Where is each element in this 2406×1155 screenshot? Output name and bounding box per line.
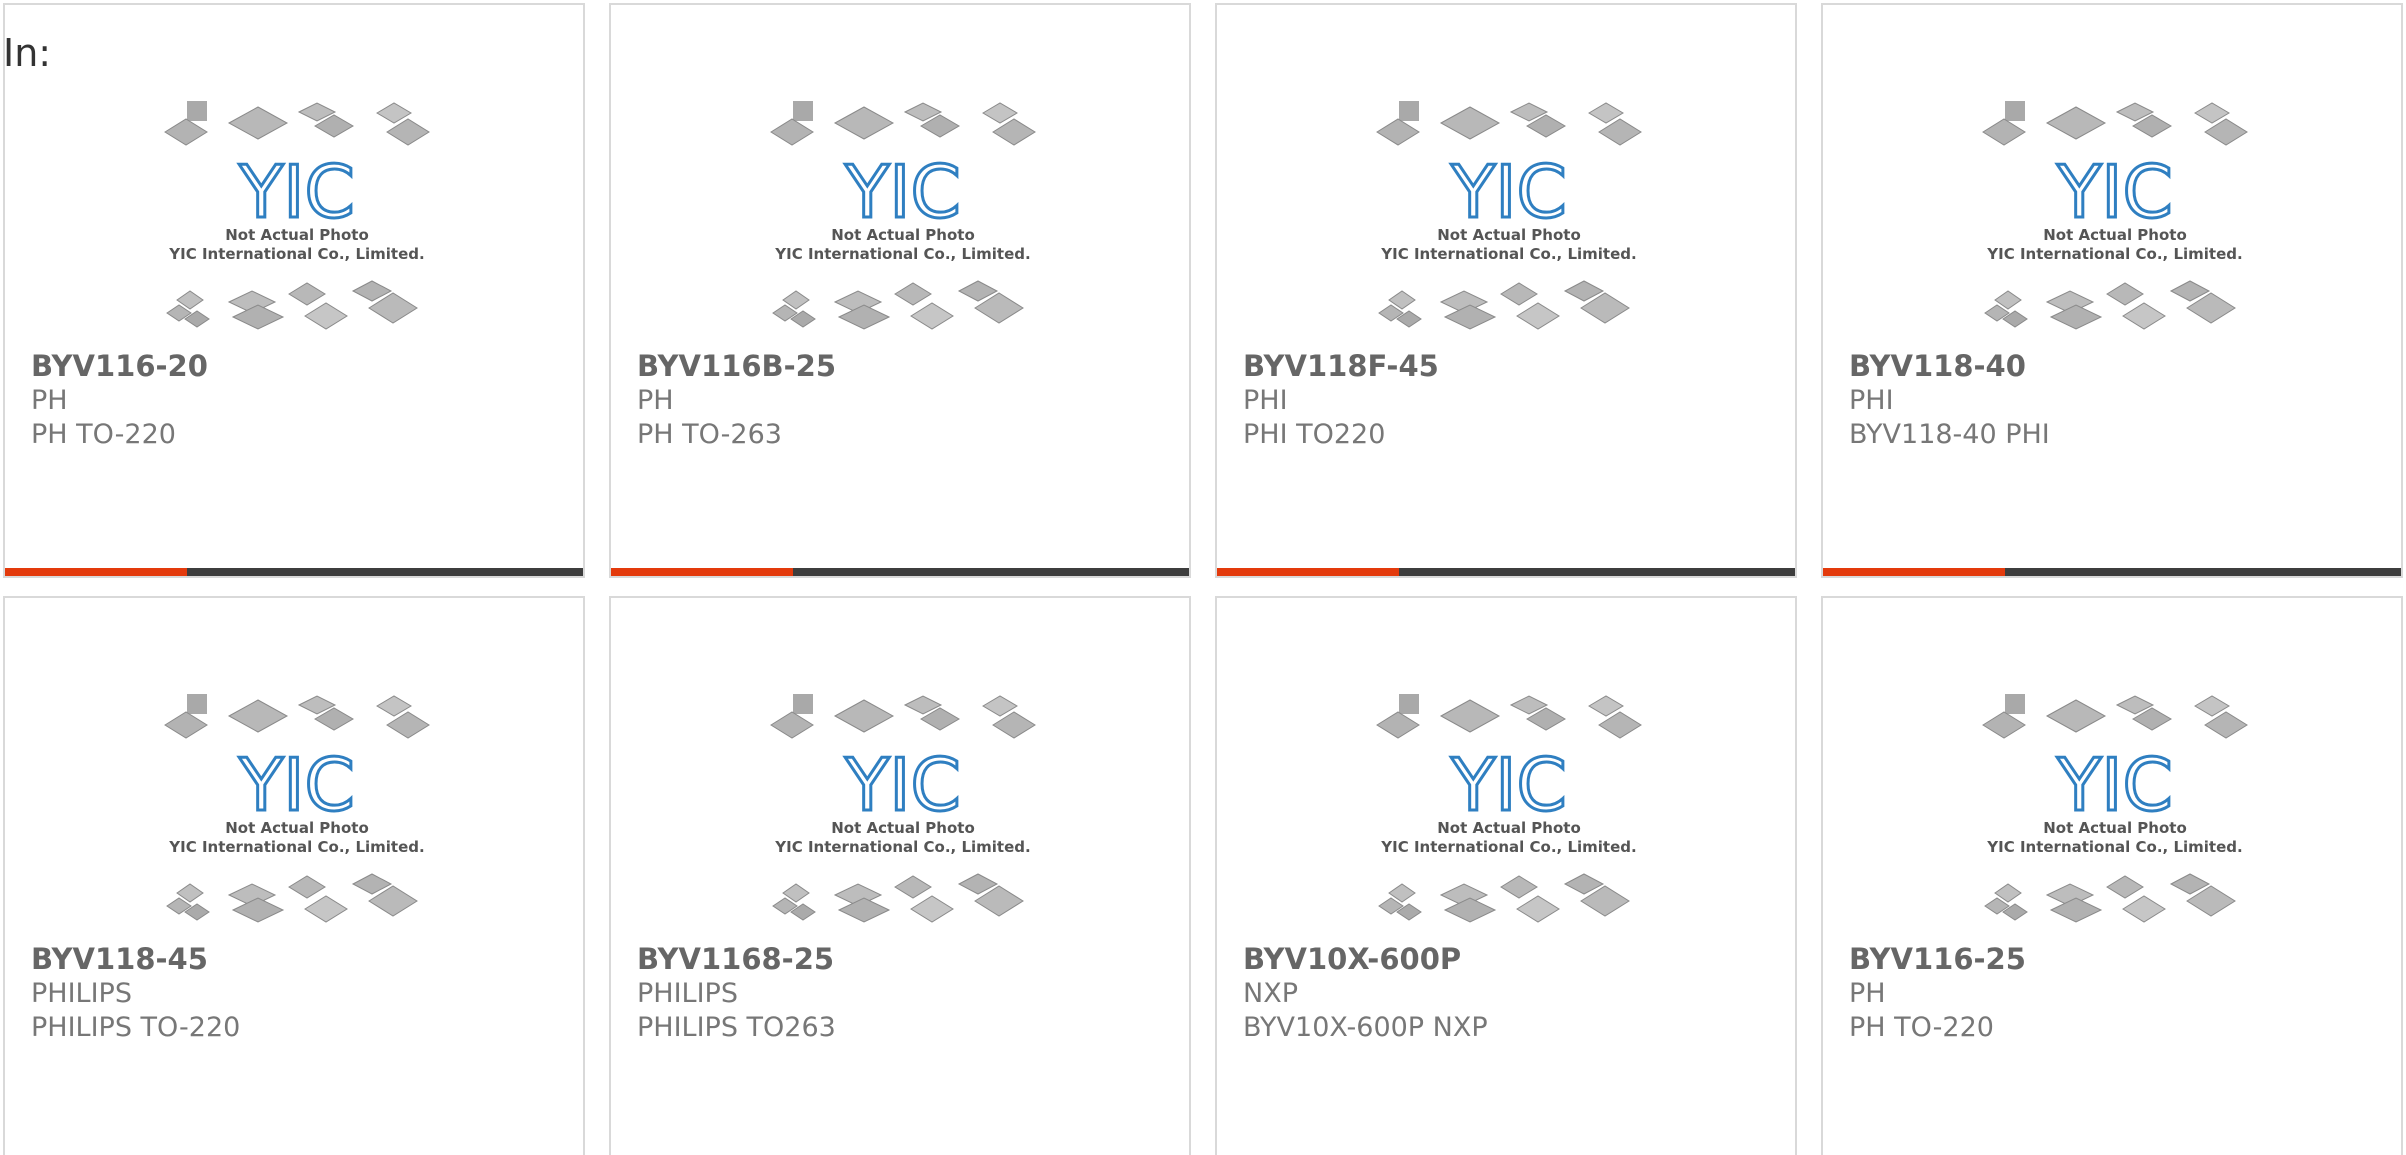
card-bottom-bar	[5, 568, 583, 576]
manufacturer: PHI	[1243, 385, 1288, 416]
manufacturer: PHILIPS	[637, 978, 738, 1009]
product-photo-placeholder: YIC Not Actual Photo YIC International Co.…	[1975, 95, 2255, 345]
package-description: PHI TO220	[1243, 419, 1386, 450]
product-grid: YIC Not Actual Photo YIC International Co.…	[3, 3, 2403, 1155]
product-photo-placeholder: YIC Not Actual Photo YIC International Co.…	[763, 688, 1043, 938]
yic-logo-icon: YIC	[238, 743, 355, 827]
not-actual-photo-text: Not Actual Photo	[1437, 819, 1581, 837]
card-accent	[5, 568, 187, 576]
product-card[interactable]: YIC Not Actual Photo YIC International Co.…	[1821, 3, 2403, 578]
package-description: BYV10X-600P NXP	[1243, 1012, 1488, 1043]
product-photo-placeholder: YIC Not Actual Photo YIC International Co.…	[1369, 688, 1649, 938]
product-card[interactable]: YIC Not Actual Photo YIC International Co.…	[3, 596, 585, 1155]
manufacturer: PH	[637, 385, 674, 416]
chip-collage-icon: YICNot Actual PhotoYIC International Co.…	[164, 694, 430, 923]
product-card[interactable]: YIC Not Actual Photo YIC International Co.…	[609, 596, 1191, 1155]
manufacturer: PHI	[1849, 385, 1894, 416]
page: YIC Not Actual Photo YIC International Co.…	[0, 0, 2406, 1155]
package-description: BYV118-40 PHI	[1849, 419, 2050, 450]
chip-collage-icon: YICNot Actual PhotoYIC International Co.…	[1982, 694, 2248, 923]
manufacturer: PH	[1849, 978, 1886, 1009]
manufacturer: PHILIPS	[31, 978, 132, 1009]
yic-logo-icon: YIC	[1450, 150, 1567, 234]
yic-logo-icon: YIC	[238, 150, 355, 234]
not-actual-photo-text: Not Actual Photo	[831, 226, 975, 244]
chip-collage-icon: YICNot Actual PhotoYIC International Co.…	[770, 101, 1036, 330]
yic-company-text: YIC International Co., Limited.	[774, 245, 1030, 263]
chip-collage-icon: YICNot Actual PhotoYIC International Co.…	[1376, 101, 1642, 330]
yic-logo-icon: YIC	[844, 150, 961, 234]
chip-collage-icon: YICNot Actual PhotoYIC International Co.…	[1982, 101, 2248, 330]
not-actual-photo-text: Not Actual Photo	[225, 226, 369, 244]
part-number[interactable]: BYV116-20	[31, 349, 208, 383]
product-photo-placeholder: YIC Not Actual Photo YIC International Co.…	[1369, 95, 1649, 345]
yic-logo-icon: YIC	[844, 743, 961, 827]
part-number[interactable]: BYV116-25	[1849, 942, 2026, 976]
product-card[interactable]: YIC Not Actual Photo YIC International Co.…	[1215, 596, 1797, 1155]
package-description: PHILIPS TO-220	[31, 1012, 241, 1043]
card-accent	[1823, 568, 2005, 576]
product-card[interactable]: YIC Not Actual Photo YIC International Co.…	[1215, 3, 1797, 578]
chip-collage-icon: YICNot Actual PhotoYIC International Co.…	[770, 694, 1036, 923]
part-number[interactable]: BYV118-45	[31, 942, 208, 976]
chip-collage-icon: YICNot Actual PhotoYIC International Co.…	[164, 101, 430, 330]
card-accent	[1217, 568, 1399, 576]
not-actual-photo-text: Not Actual Photo	[1437, 226, 1581, 244]
part-number[interactable]: BYV10X-600P	[1243, 942, 1461, 976]
package-description: PH TO-263	[637, 419, 782, 450]
package-description: PH TO-220	[1849, 1012, 1994, 1043]
yic-logo-icon: YIC	[1450, 743, 1567, 827]
not-actual-photo-text: Not Actual Photo	[831, 819, 975, 837]
product-photo-placeholder: YIC Not Actual Photo YIC International Co.…	[763, 95, 1043, 345]
yic-company-text: YIC International Co., Limited.	[1986, 838, 2242, 856]
product-card[interactable]: YIC Not Actual Photo YIC International Co.…	[3, 3, 585, 578]
chip-collage-icon: YICNot Actual PhotoYIC International Co.…	[1376, 694, 1642, 923]
yic-company-text: YIC International Co., Limited.	[1380, 245, 1636, 263]
yic-logo-icon: YIC	[2056, 743, 2173, 827]
part-number[interactable]: BYV118-40	[1849, 349, 2026, 383]
yic-company-text: YIC International Co., Limited.	[168, 245, 424, 263]
product-photo-placeholder: YIC Not Actual Photo YIC International Co.…	[157, 688, 437, 938]
product-card[interactable]: YIC Not Actual Photo YIC International Co.…	[1821, 596, 2403, 1155]
card-bottom-bar	[1823, 568, 2401, 576]
yic-company-text: YIC International Co., Limited.	[1380, 838, 1636, 856]
in-label: In:	[3, 31, 52, 75]
package-description: PH TO-220	[31, 419, 176, 450]
yic-company-text: YIC International Co., Limited.	[168, 838, 424, 856]
card-bottom-bar	[1217, 568, 1795, 576]
part-number[interactable]: BYV116B-25	[637, 349, 836, 383]
part-number[interactable]: BYV118F-45	[1243, 349, 1439, 383]
yic-logo-icon: YIC	[2056, 150, 2173, 234]
product-photo-placeholder: YIC Not Actual Photo YIC International Co.…	[1975, 688, 2255, 938]
not-actual-photo-text: Not Actual Photo	[2043, 226, 2187, 244]
card-accent	[611, 568, 793, 576]
yic-company-text: YIC International Co., Limited.	[1986, 245, 2242, 263]
not-actual-photo-text: Not Actual Photo	[2043, 819, 2187, 837]
product-card[interactable]: YIC Not Actual Photo YIC International Co.…	[609, 3, 1191, 578]
package-description: PHILIPS TO263	[637, 1012, 836, 1043]
card-bottom-bar	[611, 568, 1189, 576]
manufacturer: PH	[31, 385, 68, 416]
part-number[interactable]: BYV1168-25	[637, 942, 834, 976]
yic-company-text: YIC International Co., Limited.	[774, 838, 1030, 856]
not-actual-photo-text: Not Actual Photo	[225, 819, 369, 837]
product-photo-placeholder: YIC Not Actual Photo YIC International Co.…	[157, 95, 437, 345]
manufacturer: NXP	[1243, 978, 1298, 1009]
